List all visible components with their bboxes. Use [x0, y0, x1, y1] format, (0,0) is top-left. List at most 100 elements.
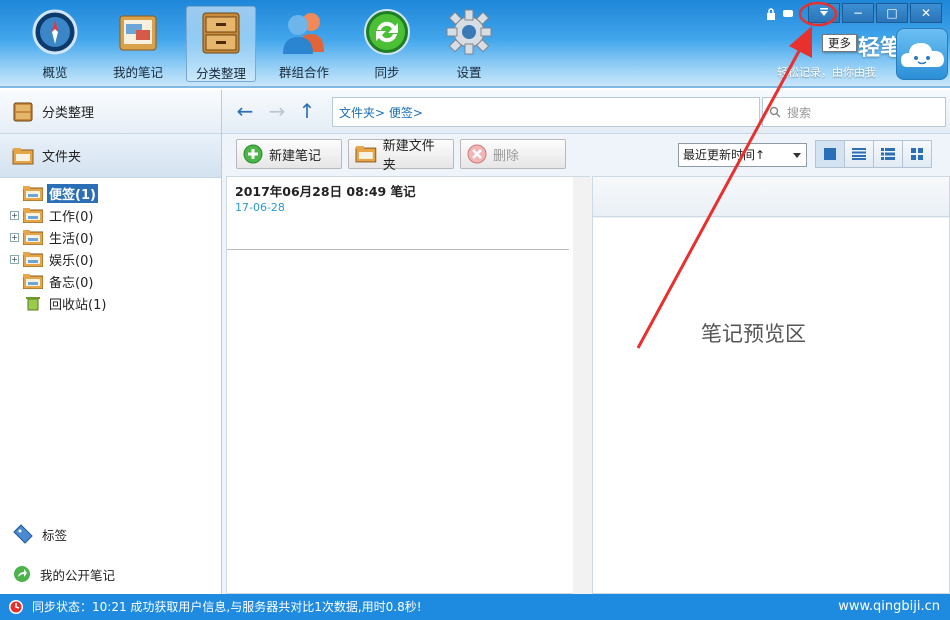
preview-header	[593, 177, 949, 217]
new-note-button[interactable]: 新建笔记	[236, 139, 342, 169]
folder-item-memo[interactable]: 备忘(0)	[10, 270, 221, 292]
back-arrow-icon[interactable]: ←	[234, 101, 256, 123]
nav-overview-button[interactable]: 概览	[20, 6, 90, 82]
trash-icon	[26, 297, 40, 311]
sidebar-tags-label: 标签	[42, 527, 68, 543]
folder-label: 便签(1)	[47, 183, 98, 203]
search-input[interactable]: 搜索	[762, 97, 946, 127]
sidebar: 分类整理 文件夹 便签(1) + 工作(0) + 生活(0) + 娱乐(0) 备…	[0, 90, 222, 594]
folder-icon	[23, 252, 43, 267]
path-bar: ← → ↑ 文件夹> 便签> 搜索	[222, 90, 950, 134]
compass-icon	[31, 8, 79, 56]
folder-label: 生活(0)	[49, 231, 94, 247]
nav-label: 设置	[456, 65, 482, 80]
expand-icon[interactable]: +	[10, 210, 19, 220]
nav-my-notes-button[interactable]: 我的笔记	[103, 6, 173, 82]
folder-icon	[23, 186, 43, 201]
view-single-button[interactable]	[815, 140, 845, 168]
toolbar: 新建笔记 新建文件夹 删除 最近更新时间↑	[222, 135, 950, 175]
folder-item-notes[interactable]: 便签(1)	[10, 182, 221, 204]
sidebar-folders-label: 文件夹	[42, 150, 82, 165]
close-button[interactable]: ✕	[910, 3, 942, 23]
plus-icon	[243, 144, 263, 164]
nav-label: 概览	[42, 65, 68, 80]
sidebar-tags-item[interactable]: 标签	[0, 514, 221, 554]
single-view-icon	[824, 148, 836, 160]
more-dropdown-button[interactable]	[808, 3, 840, 23]
folder-icon	[23, 230, 43, 245]
folder-tree: 便签(1) + 工作(0) + 生活(0) + 娱乐(0) 备忘(0) 回收站(…	[0, 178, 221, 314]
expand-icon[interactable]: +	[10, 254, 19, 264]
main-area: ← → ↑ 文件夹> 便签> 搜索 新建笔记 新建文件夹 删除 最近更新时间↑	[222, 90, 950, 595]
folder-label: 娱乐(0)	[49, 253, 94, 269]
breadcrumb[interactable]: 文件夹> 便签>	[332, 97, 760, 127]
top-banner: 概览 我的笔记 分类整理 群组合作 同步 设置 − □ ✕ 轻笔记 轻松记录，由…	[0, 0, 950, 88]
note-title: 2017年06月28日 08:49 笔记	[235, 184, 416, 199]
preview-pane: 笔记预览区	[592, 176, 950, 594]
group-icon	[280, 8, 328, 56]
lock-icon[interactable]	[765, 8, 777, 20]
forward-arrow-icon[interactable]: →	[266, 101, 288, 123]
folder-item-entertainment[interactable]: + 娱乐(0)	[10, 248, 221, 270]
brand-slogan: 轻松记录，由你由我	[777, 66, 876, 79]
sync-icon	[363, 8, 411, 56]
view-detail-button[interactable]	[873, 140, 903, 168]
nav-label: 群组合作	[278, 65, 329, 80]
nav-categorize-button[interactable]: 分类整理	[186, 6, 256, 82]
delete-icon	[467, 144, 487, 164]
folder-item-trash[interactable]: 回收站(1)	[10, 292, 221, 314]
new-folder-button[interactable]: 新建文件夹	[348, 139, 454, 173]
grid-view-icon	[911, 148, 923, 160]
nav-group-button[interactable]: 群组合作	[269, 6, 339, 82]
notebook-icon	[114, 8, 162, 56]
sidebar-header[interactable]: 分类整理	[0, 90, 221, 134]
status-text: 同步状态：10:21 成功获取用户信息,与服务器共对比1次数据,用时0.8秒!	[32, 600, 422, 614]
tag-icon	[13, 524, 33, 544]
note-list-scrollbar[interactable]	[573, 177, 591, 595]
preview-placeholder: 笔记预览区	[701, 322, 806, 346]
sort-select[interactable]: 最近更新时间↑	[678, 143, 807, 167]
folder-label: 工作(0)	[49, 209, 94, 225]
folder-label: 备忘(0)	[49, 275, 94, 291]
chevron-down-icon	[793, 153, 801, 158]
new-folder-label: 新建文件夹	[382, 139, 435, 173]
preview-body: 笔记预览区	[593, 218, 949, 593]
folder-icon	[23, 274, 43, 289]
expand-icon[interactable]: +	[10, 232, 19, 242]
up-arrow-icon[interactable]: ↑	[296, 101, 318, 123]
view-list-button[interactable]	[844, 140, 874, 168]
folder-item-life[interactable]: + 生活(0)	[10, 226, 221, 248]
folder-item-work[interactable]: + 工作(0)	[10, 204, 221, 226]
minimize-button[interactable]: −	[842, 3, 874, 23]
nav-label: 分类整理	[195, 66, 246, 81]
sidebar-folders-header[interactable]: 文件夹	[0, 134, 221, 178]
nav-settings-button[interactable]: 设置	[434, 6, 504, 82]
note-list: 2017年06月28日 08:49 笔记 17-06-28	[226, 176, 591, 595]
more-tooltip: 更多	[822, 34, 857, 52]
note-date: 17-06-28	[235, 201, 285, 214]
nav-label: 我的笔记	[112, 65, 163, 80]
cabinet-icon	[197, 9, 245, 57]
gear-icon	[445, 8, 493, 56]
delete-label: 删除	[493, 148, 520, 164]
folder-label: 回收站(1)	[49, 297, 107, 313]
delete-button[interactable]: 删除	[460, 139, 566, 169]
cabinet-icon	[13, 102, 33, 121]
maximize-button[interactable]: □	[876, 3, 908, 23]
nav-sync-button[interactable]: 同步	[352, 6, 422, 82]
new-note-label: 新建笔记	[269, 148, 322, 164]
view-grid-button[interactable]	[902, 140, 932, 168]
status-bar: 同步状态：10:21 成功获取用户信息,与服务器共对比1次数据,用时0.8秒! …	[0, 594, 950, 620]
sidebar-header-label: 分类整理	[42, 106, 95, 121]
view-mode-group	[815, 140, 932, 168]
share-icon	[14, 566, 30, 582]
divider	[227, 249, 569, 250]
site-url[interactable]: www.qingbiji.cn	[838, 594, 940, 620]
nav-label: 同步	[374, 65, 400, 80]
list-view-icon	[852, 148, 866, 160]
search-icon	[769, 106, 781, 118]
chat-icon[interactable]	[782, 8, 794, 20]
detail-view-icon	[881, 148, 895, 160]
sidebar-public-notes-label: 我的公开笔记	[40, 567, 116, 583]
sidebar-public-notes-item[interactable]: 我的公开笔记	[0, 554, 221, 594]
